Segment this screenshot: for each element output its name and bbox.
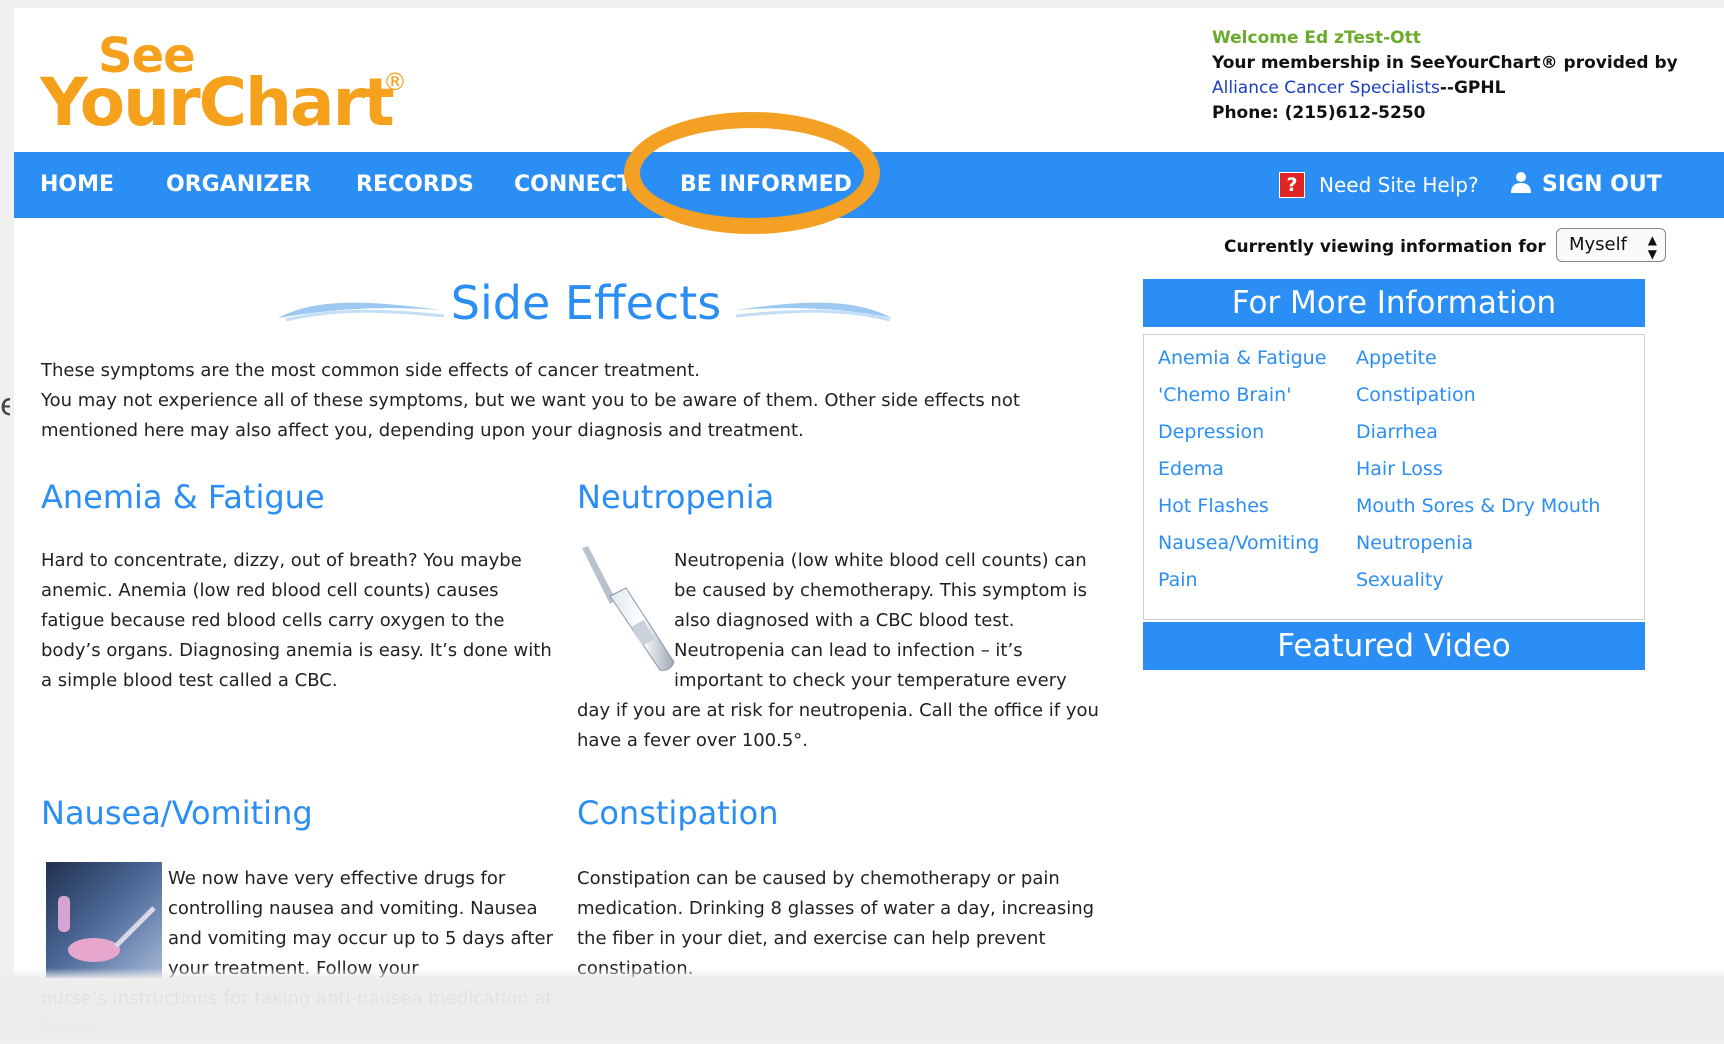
page: See YourChart ® Welcome Ed zTest-Ott You… (14, 8, 1724, 1039)
sign-out-label: SIGN OUT (1542, 172, 1662, 197)
edge-partial-glyph: e (0, 388, 10, 423)
link-constipation[interactable]: Constipation (1356, 384, 1476, 406)
section-text-neutropenia-bottom: day if you are at risk for neutropenia. … (577, 700, 1099, 751)
nav-home[interactable]: HOME (40, 152, 114, 218)
link-hair-loss[interactable]: Hair Loss (1356, 458, 1443, 480)
nav-be-informed[interactable]: BE INFORMED (680, 152, 852, 218)
section-text-constipation: Constipation can be caused by chemothera… (577, 868, 1095, 979)
link-depression[interactable]: Depression (1158, 421, 1264, 443)
main-nav: HOME ORGANIZER RECORDS CONNECT BE INFORM… (14, 152, 1724, 218)
profile-select[interactable]: Myself ▲ ▼ (1556, 228, 1666, 262)
link-diarrhea[interactable]: Diarrhea (1356, 421, 1438, 443)
select-arrows-icon: ▲ ▼ (1647, 233, 1657, 261)
right-swoosh-icon (735, 302, 892, 322)
link-edema[interactable]: Edema (1158, 458, 1224, 480)
welcome-block: Welcome Ed zTest-Ott Your membership in … (1212, 26, 1678, 126)
section-text-anemia: Hard to concentrate, dizzy, out of breat… (41, 550, 552, 691)
provider-suffix: --GPHL (1439, 78, 1506, 98)
site-help-label: Need Site Help? (1319, 173, 1479, 197)
link-appetite[interactable]: Appetite (1356, 347, 1437, 369)
medicine-spoon-image (46, 862, 162, 978)
link-pain[interactable]: Pain (1158, 569, 1198, 591)
provider-line: Alliance Cancer Specialists--GPHL (1212, 76, 1678, 101)
link-hot-flashes[interactable]: Hot Flashes (1158, 495, 1269, 517)
nav-connect[interactable]: CONNECT (514, 152, 632, 218)
viewing-label: Currently viewing information for (1224, 237, 1546, 257)
link-nausea-vomiting[interactable]: Nausea/Vomiting (1158, 532, 1319, 554)
link-mouth-sores[interactable]: Mouth Sores & Dry Mouth (1356, 495, 1600, 517)
nav-records[interactable]: RECORDS (356, 152, 474, 218)
logo-registered-mark: ® (383, 68, 407, 96)
link-chemo-brain[interactable]: 'Chemo Brain' (1158, 384, 1291, 406)
section-text-nausea-bottom: nurse’s instructions for taking anti-nau… (41, 988, 553, 1039)
phone-text: Phone: (215)612-5250 (1212, 103, 1426, 123)
more-info-links: Anemia & Fatigue 'Chemo Brain' Depressio… (1143, 334, 1645, 620)
more-info-header: For More Information (1143, 279, 1645, 327)
section-title-anemia: Anemia & Fatigue (41, 478, 325, 516)
intro-line-2: You may not experience all of these symp… (41, 390, 1020, 441)
section-text-neutropenia-top: Neutropenia (low white blood cell counts… (674, 550, 1088, 691)
section-title-nausea: Nausea/Vomiting (41, 794, 313, 832)
featured-video-header: Featured Video (1143, 622, 1645, 670)
link-anemia-fatigue[interactable]: Anemia & Fatigue (1158, 347, 1326, 369)
provider-link[interactable]: Alliance Cancer Specialists (1212, 78, 1440, 98)
profile-select-value: Myself (1569, 234, 1627, 255)
page-title-block: Side Effects (276, 276, 896, 346)
site-help-link[interactable]: ? Need Site Help? (1279, 152, 1479, 218)
intro-text: These symptoms are the most common side … (41, 356, 1081, 446)
section-title-neutropenia: Neutropenia (577, 478, 775, 516)
link-sexuality[interactable]: Sexuality (1356, 569, 1444, 591)
intro-line-1: These symptoms are the most common side … (41, 360, 700, 381)
sign-out-button[interactable]: SIGN OUT (1510, 152, 1662, 218)
logo-yourchart: YourChart (40, 64, 395, 141)
section-text-nausea-top: We now have very effective drugs for con… (168, 868, 553, 979)
user-icon (1511, 172, 1531, 193)
section-title-constipation: Constipation (577, 794, 779, 832)
thermometer-image (582, 546, 675, 671)
link-neutropenia[interactable]: Neutropenia (1356, 532, 1473, 554)
membership-text: Your membership in SeeYourChart® provide… (1212, 53, 1678, 73)
help-icon: ? (1279, 171, 1305, 198)
nav-organizer[interactable]: ORGANIZER (166, 152, 311, 218)
welcome-greeting: Welcome Ed zTest-Ott (1212, 28, 1421, 48)
